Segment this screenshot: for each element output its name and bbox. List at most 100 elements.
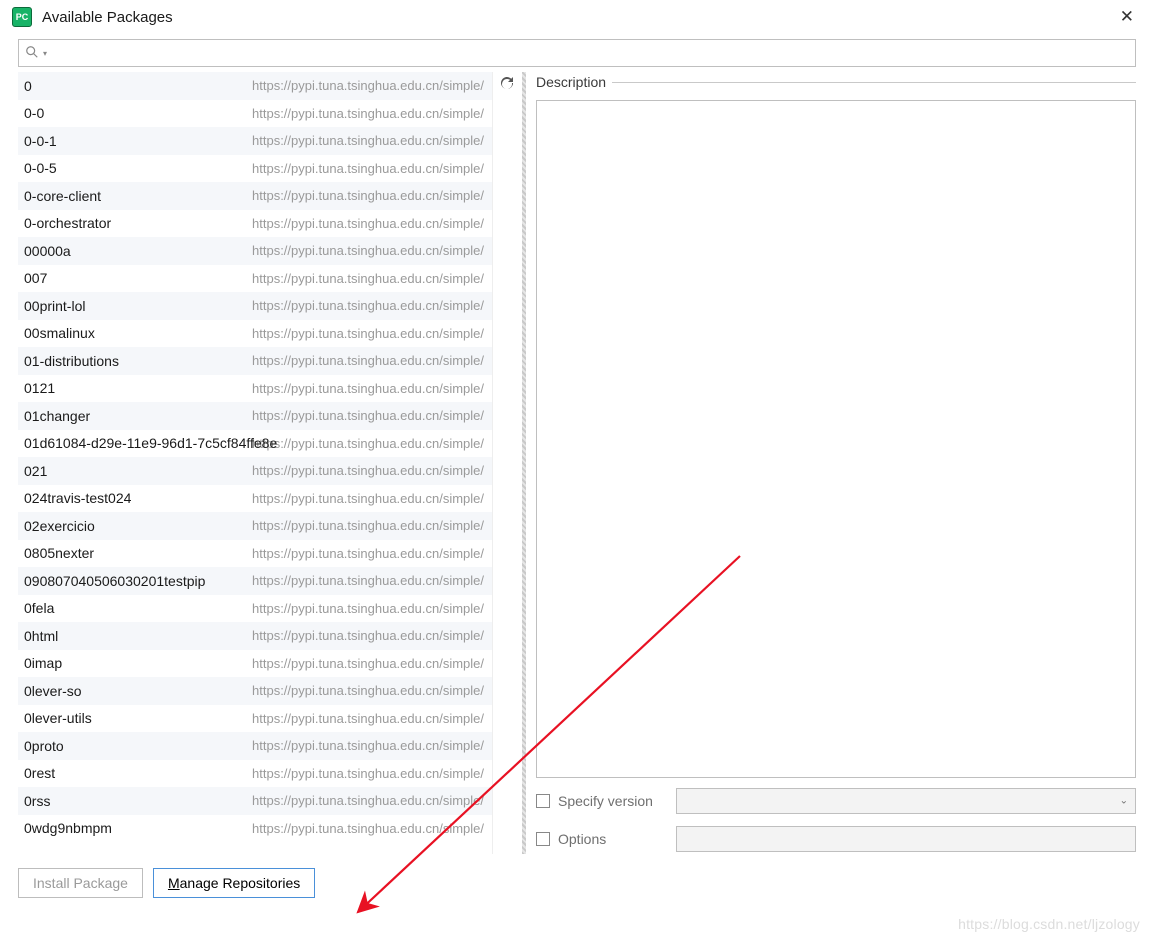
package-source-url: https://pypi.tuna.tsinghua.edu.cn/simple… bbox=[252, 601, 484, 616]
package-source-url: https://pypi.tuna.tsinghua.edu.cn/simple… bbox=[252, 436, 484, 451]
package-source-url: https://pypi.tuna.tsinghua.edu.cn/simple… bbox=[252, 161, 484, 176]
refresh-button[interactable] bbox=[492, 72, 520, 854]
package-row[interactable]: https://pypi.tuna.tsinghua.edu.cn/simple… bbox=[18, 292, 492, 320]
package-row[interactable]: https://pypi.tuna.tsinghua.edu.cn/simple… bbox=[18, 265, 492, 293]
title-bar: PC Available Packages ✕ bbox=[0, 0, 1154, 34]
package-row[interactable]: https://pypi.tuna.tsinghua.edu.cn/simple… bbox=[18, 320, 492, 348]
package-row[interactable]: https://pypi.tuna.tsinghua.edu.cn/simple… bbox=[18, 457, 492, 485]
package-name: 00print-lol bbox=[22, 298, 85, 314]
package-source-url: https://pypi.tuna.tsinghua.edu.cn/simple… bbox=[252, 683, 484, 698]
package-source-url: https://pypi.tuna.tsinghua.edu.cn/simple… bbox=[252, 298, 484, 313]
package-name: 0-core-client bbox=[22, 188, 101, 204]
package-row[interactable]: https://pypi.tuna.tsinghua.edu.cn/simple… bbox=[18, 595, 492, 623]
package-source-url: https://pypi.tuna.tsinghua.edu.cn/simple… bbox=[252, 491, 484, 506]
package-source-url: https://pypi.tuna.tsinghua.edu.cn/simple… bbox=[252, 656, 484, 671]
watermark: https://blog.csdn.net/ljzology bbox=[958, 916, 1140, 932]
description-text bbox=[536, 100, 1136, 778]
package-row[interactable]: https://pypi.tuna.tsinghua.edu.cn/simple… bbox=[18, 375, 492, 403]
package-row[interactable]: https://pypi.tuna.tsinghua.edu.cn/simple… bbox=[18, 512, 492, 540]
package-source-url: https://pypi.tuna.tsinghua.edu.cn/simple… bbox=[252, 628, 484, 643]
package-row[interactable]: https://pypi.tuna.tsinghua.edu.cn/simple… bbox=[18, 430, 492, 458]
package-row[interactable]: https://pypi.tuna.tsinghua.edu.cn/simple… bbox=[18, 402, 492, 430]
options-input[interactable] bbox=[676, 826, 1136, 852]
package-name: 0imap bbox=[22, 655, 62, 671]
package-source-url: https://pypi.tuna.tsinghua.edu.cn/simple… bbox=[252, 546, 484, 561]
package-name: 0-0 bbox=[22, 105, 44, 121]
manage-repositories-mnemonic: M bbox=[168, 875, 180, 891]
package-row[interactable]: https://pypi.tuna.tsinghua.edu.cn/simple… bbox=[18, 210, 492, 238]
package-name: 024travis-test024 bbox=[22, 490, 131, 506]
package-name: 090807040506030201testpip bbox=[22, 573, 205, 589]
package-name: 0805nexter bbox=[22, 545, 94, 561]
package-source-url: https://pypi.tuna.tsinghua.edu.cn/simple… bbox=[252, 133, 484, 148]
install-package-button[interactable]: Install Package bbox=[18, 868, 143, 898]
package-list[interactable]: https://pypi.tuna.tsinghua.edu.cn/simple… bbox=[18, 72, 492, 854]
package-source-url: https://pypi.tuna.tsinghua.edu.cn/simple… bbox=[252, 188, 484, 203]
package-row[interactable]: https://pypi.tuna.tsinghua.edu.cn/simple… bbox=[18, 787, 492, 815]
specify-version-select[interactable] bbox=[676, 788, 1136, 814]
package-row[interactable]: https://pypi.tuna.tsinghua.edu.cn/simple… bbox=[18, 347, 492, 375]
package-source-url: https://pypi.tuna.tsinghua.edu.cn/simple… bbox=[252, 271, 484, 286]
package-source-url: https://pypi.tuna.tsinghua.edu.cn/simple… bbox=[252, 711, 484, 726]
package-name: 0 bbox=[22, 78, 32, 94]
options-checkbox[interactable] bbox=[536, 832, 550, 846]
pycharm-icon: PC bbox=[12, 7, 32, 27]
package-name: 02exercicio bbox=[22, 518, 95, 534]
package-source-url: https://pypi.tuna.tsinghua.edu.cn/simple… bbox=[252, 408, 484, 423]
package-source-url: https://pypi.tuna.tsinghua.edu.cn/simple… bbox=[252, 353, 484, 368]
package-name: 01d61084-d29e-11e9-96d1-7c5cf84ffe8e bbox=[22, 435, 277, 451]
package-name: 0proto bbox=[22, 738, 64, 754]
package-source-url: https://pypi.tuna.tsinghua.edu.cn/simple… bbox=[252, 793, 484, 808]
package-row[interactable]: https://pypi.tuna.tsinghua.edu.cn/simple… bbox=[18, 100, 492, 128]
package-row[interactable]: https://pypi.tuna.tsinghua.edu.cn/simple… bbox=[18, 155, 492, 183]
package-name: 00smalinux bbox=[22, 325, 95, 341]
package-name: 00000a bbox=[22, 243, 71, 259]
window-title: Available Packages bbox=[42, 9, 173, 26]
package-row[interactable]: https://pypi.tuna.tsinghua.edu.cn/simple… bbox=[18, 677, 492, 705]
package-source-url: https://pypi.tuna.tsinghua.edu.cn/simple… bbox=[252, 766, 484, 781]
package-row[interactable]: https://pypi.tuna.tsinghua.edu.cn/simple… bbox=[18, 815, 492, 843]
package-name: 0rss bbox=[22, 793, 50, 809]
package-name: 0-orchestrator bbox=[22, 215, 111, 231]
package-name: 01changer bbox=[22, 408, 90, 424]
description-label: Description bbox=[536, 74, 612, 90]
package-name: 0wdg9nbmpm bbox=[22, 820, 112, 836]
package-row[interactable]: https://pypi.tuna.tsinghua.edu.cn/simple… bbox=[18, 760, 492, 788]
package-row[interactable]: https://pypi.tuna.tsinghua.edu.cn/simple… bbox=[18, 705, 492, 733]
package-source-url: https://pypi.tuna.tsinghua.edu.cn/simple… bbox=[252, 738, 484, 753]
specify-version-checkbox[interactable] bbox=[536, 794, 550, 808]
package-row[interactable]: https://pypi.tuna.tsinghua.edu.cn/simple… bbox=[18, 540, 492, 568]
manage-repositories-button[interactable]: Manage Repositories bbox=[153, 868, 315, 898]
package-name: 0121 bbox=[22, 380, 55, 396]
package-row[interactable]: https://pypi.tuna.tsinghua.edu.cn/simple… bbox=[18, 732, 492, 760]
package-source-url: https://pypi.tuna.tsinghua.edu.cn/simple… bbox=[252, 216, 484, 231]
package-row[interactable]: https://pypi.tuna.tsinghua.edu.cn/simple… bbox=[18, 72, 492, 100]
package-row[interactable]: https://pypi.tuna.tsinghua.edu.cn/simple… bbox=[18, 127, 492, 155]
package-row[interactable]: https://pypi.tuna.tsinghua.edu.cn/simple… bbox=[18, 485, 492, 513]
manage-repositories-rest: anage Repositories bbox=[180, 875, 301, 891]
close-icon[interactable]: ✕ bbox=[1112, 5, 1142, 29]
description-label-row: Description bbox=[536, 72, 1136, 92]
search-input[interactable] bbox=[47, 46, 1129, 61]
package-source-url: https://pypi.tuna.tsinghua.edu.cn/simple… bbox=[252, 381, 484, 396]
package-row[interactable]: https://pypi.tuna.tsinghua.edu.cn/simple… bbox=[18, 237, 492, 265]
package-name: 0html bbox=[22, 628, 58, 644]
package-source-url: https://pypi.tuna.tsinghua.edu.cn/simple… bbox=[252, 78, 484, 93]
package-name: 01-distributions bbox=[22, 353, 119, 369]
package-row[interactable]: https://pypi.tuna.tsinghua.edu.cn/simple… bbox=[18, 182, 492, 210]
package-name: 0-0-5 bbox=[22, 160, 57, 176]
options-label: Options bbox=[558, 831, 676, 847]
splitter[interactable] bbox=[522, 72, 526, 854]
package-row[interactable]: https://pypi.tuna.tsinghua.edu.cn/simple… bbox=[18, 567, 492, 595]
package-source-url: https://pypi.tuna.tsinghua.edu.cn/simple… bbox=[252, 463, 484, 478]
package-source-url: https://pypi.tuna.tsinghua.edu.cn/simple… bbox=[252, 518, 484, 533]
package-name: 007 bbox=[22, 270, 47, 286]
divider bbox=[612, 82, 1136, 83]
package-row[interactable]: https://pypi.tuna.tsinghua.edu.cn/simple… bbox=[18, 622, 492, 650]
package-name: 021 bbox=[22, 463, 47, 479]
search-field[interactable]: ▾ bbox=[18, 39, 1136, 67]
package-name: 0lever-utils bbox=[22, 710, 92, 726]
package-source-url: https://pypi.tuna.tsinghua.edu.cn/simple… bbox=[252, 106, 484, 121]
package-row[interactable]: https://pypi.tuna.tsinghua.edu.cn/simple… bbox=[18, 650, 492, 678]
package-source-url: https://pypi.tuna.tsinghua.edu.cn/simple… bbox=[252, 243, 484, 258]
